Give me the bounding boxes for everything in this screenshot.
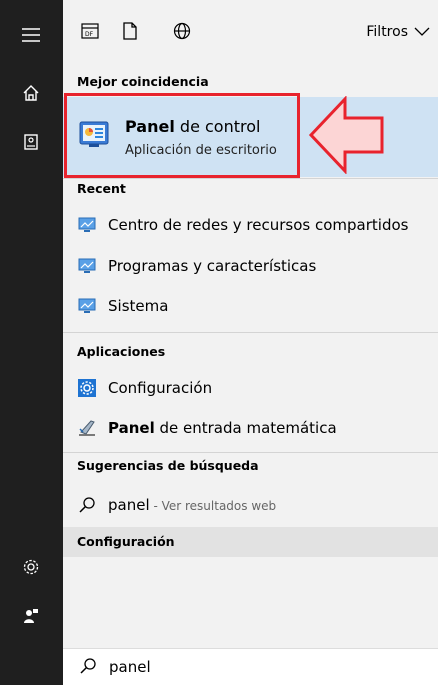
monitor-icon bbox=[77, 296, 97, 316]
hamburger-menu-icon[interactable] bbox=[20, 24, 42, 46]
web-suggestion-item[interactable]: panel - Ver resultados web bbox=[63, 488, 438, 522]
best-match-header: Mejor coincidencia bbox=[77, 74, 209, 89]
search-input[interactable]: panel bbox=[109, 658, 151, 676]
app-item-label: Panel de entrada matemática bbox=[108, 419, 337, 437]
annotation-arrow-icon bbox=[309, 96, 384, 174]
filters-label: Filtros bbox=[366, 24, 408, 40]
svg-text:DF: DF bbox=[85, 31, 94, 38]
recent-item-label: Centro de redes y recursos compartidos bbox=[108, 216, 409, 234]
recent-item-system[interactable]: Sistema bbox=[63, 289, 438, 323]
recent-item-programs-features[interactable]: Programas y características bbox=[63, 249, 438, 283]
results-toolbar: DF Filtros bbox=[63, 14, 438, 52]
settings-app-icon bbox=[77, 378, 97, 398]
suggestions-header: Sugerencias de búsqueda bbox=[77, 458, 259, 473]
blank-document-icon[interactable] bbox=[119, 20, 141, 42]
globe-icon[interactable] bbox=[171, 20, 193, 42]
filters-dropdown[interactable]: Filtros bbox=[366, 24, 430, 40]
recent-header: Recent bbox=[77, 181, 126, 196]
divider bbox=[63, 452, 438, 453]
feedback-user-icon[interactable] bbox=[20, 605, 42, 627]
app-item-settings[interactable]: Configuración bbox=[63, 371, 438, 405]
recent-item-network-center[interactable]: Centro de redes y recursos compartidos bbox=[63, 208, 438, 242]
search-results-panel: DF Filtros Mejor coincidencia Panel de c… bbox=[63, 0, 438, 686]
app-item-math-input-panel[interactable]: Panel de entrada matemática bbox=[63, 411, 438, 445]
monitor-icon bbox=[77, 215, 97, 235]
recent-item-label: Programas y características bbox=[108, 257, 317, 275]
search-icon bbox=[79, 657, 97, 675]
app-item-label: Configuración bbox=[108, 379, 213, 397]
recent-item-label: Sistema bbox=[108, 297, 169, 315]
divider bbox=[63, 332, 438, 333]
annotation-highlight-box bbox=[64, 93, 300, 178]
divider bbox=[63, 178, 438, 179]
settings-gear-icon[interactable] bbox=[20, 556, 42, 578]
home-icon[interactable] bbox=[20, 82, 42, 104]
chevron-down-icon bbox=[414, 27, 430, 36]
search-box[interactable]: panel bbox=[63, 648, 438, 686]
start-search-window: DF Filtros Mejor coincidencia Panel de c… bbox=[0, 0, 438, 686]
web-suggestion-label: panel - Ver resultados web bbox=[108, 496, 277, 514]
settings-section-bar[interactable]: Configuración bbox=[63, 527, 438, 557]
math-pen-icon bbox=[77, 418, 97, 438]
settings-section-header: Configuración bbox=[77, 534, 175, 549]
apps-header: Aplicaciones bbox=[77, 344, 166, 359]
search-icon bbox=[77, 495, 97, 515]
document-list-icon[interactable]: DF bbox=[79, 20, 101, 42]
monitor-icon bbox=[77, 256, 97, 276]
left-rail bbox=[0, 0, 63, 685]
notebook-icon[interactable] bbox=[20, 131, 42, 153]
